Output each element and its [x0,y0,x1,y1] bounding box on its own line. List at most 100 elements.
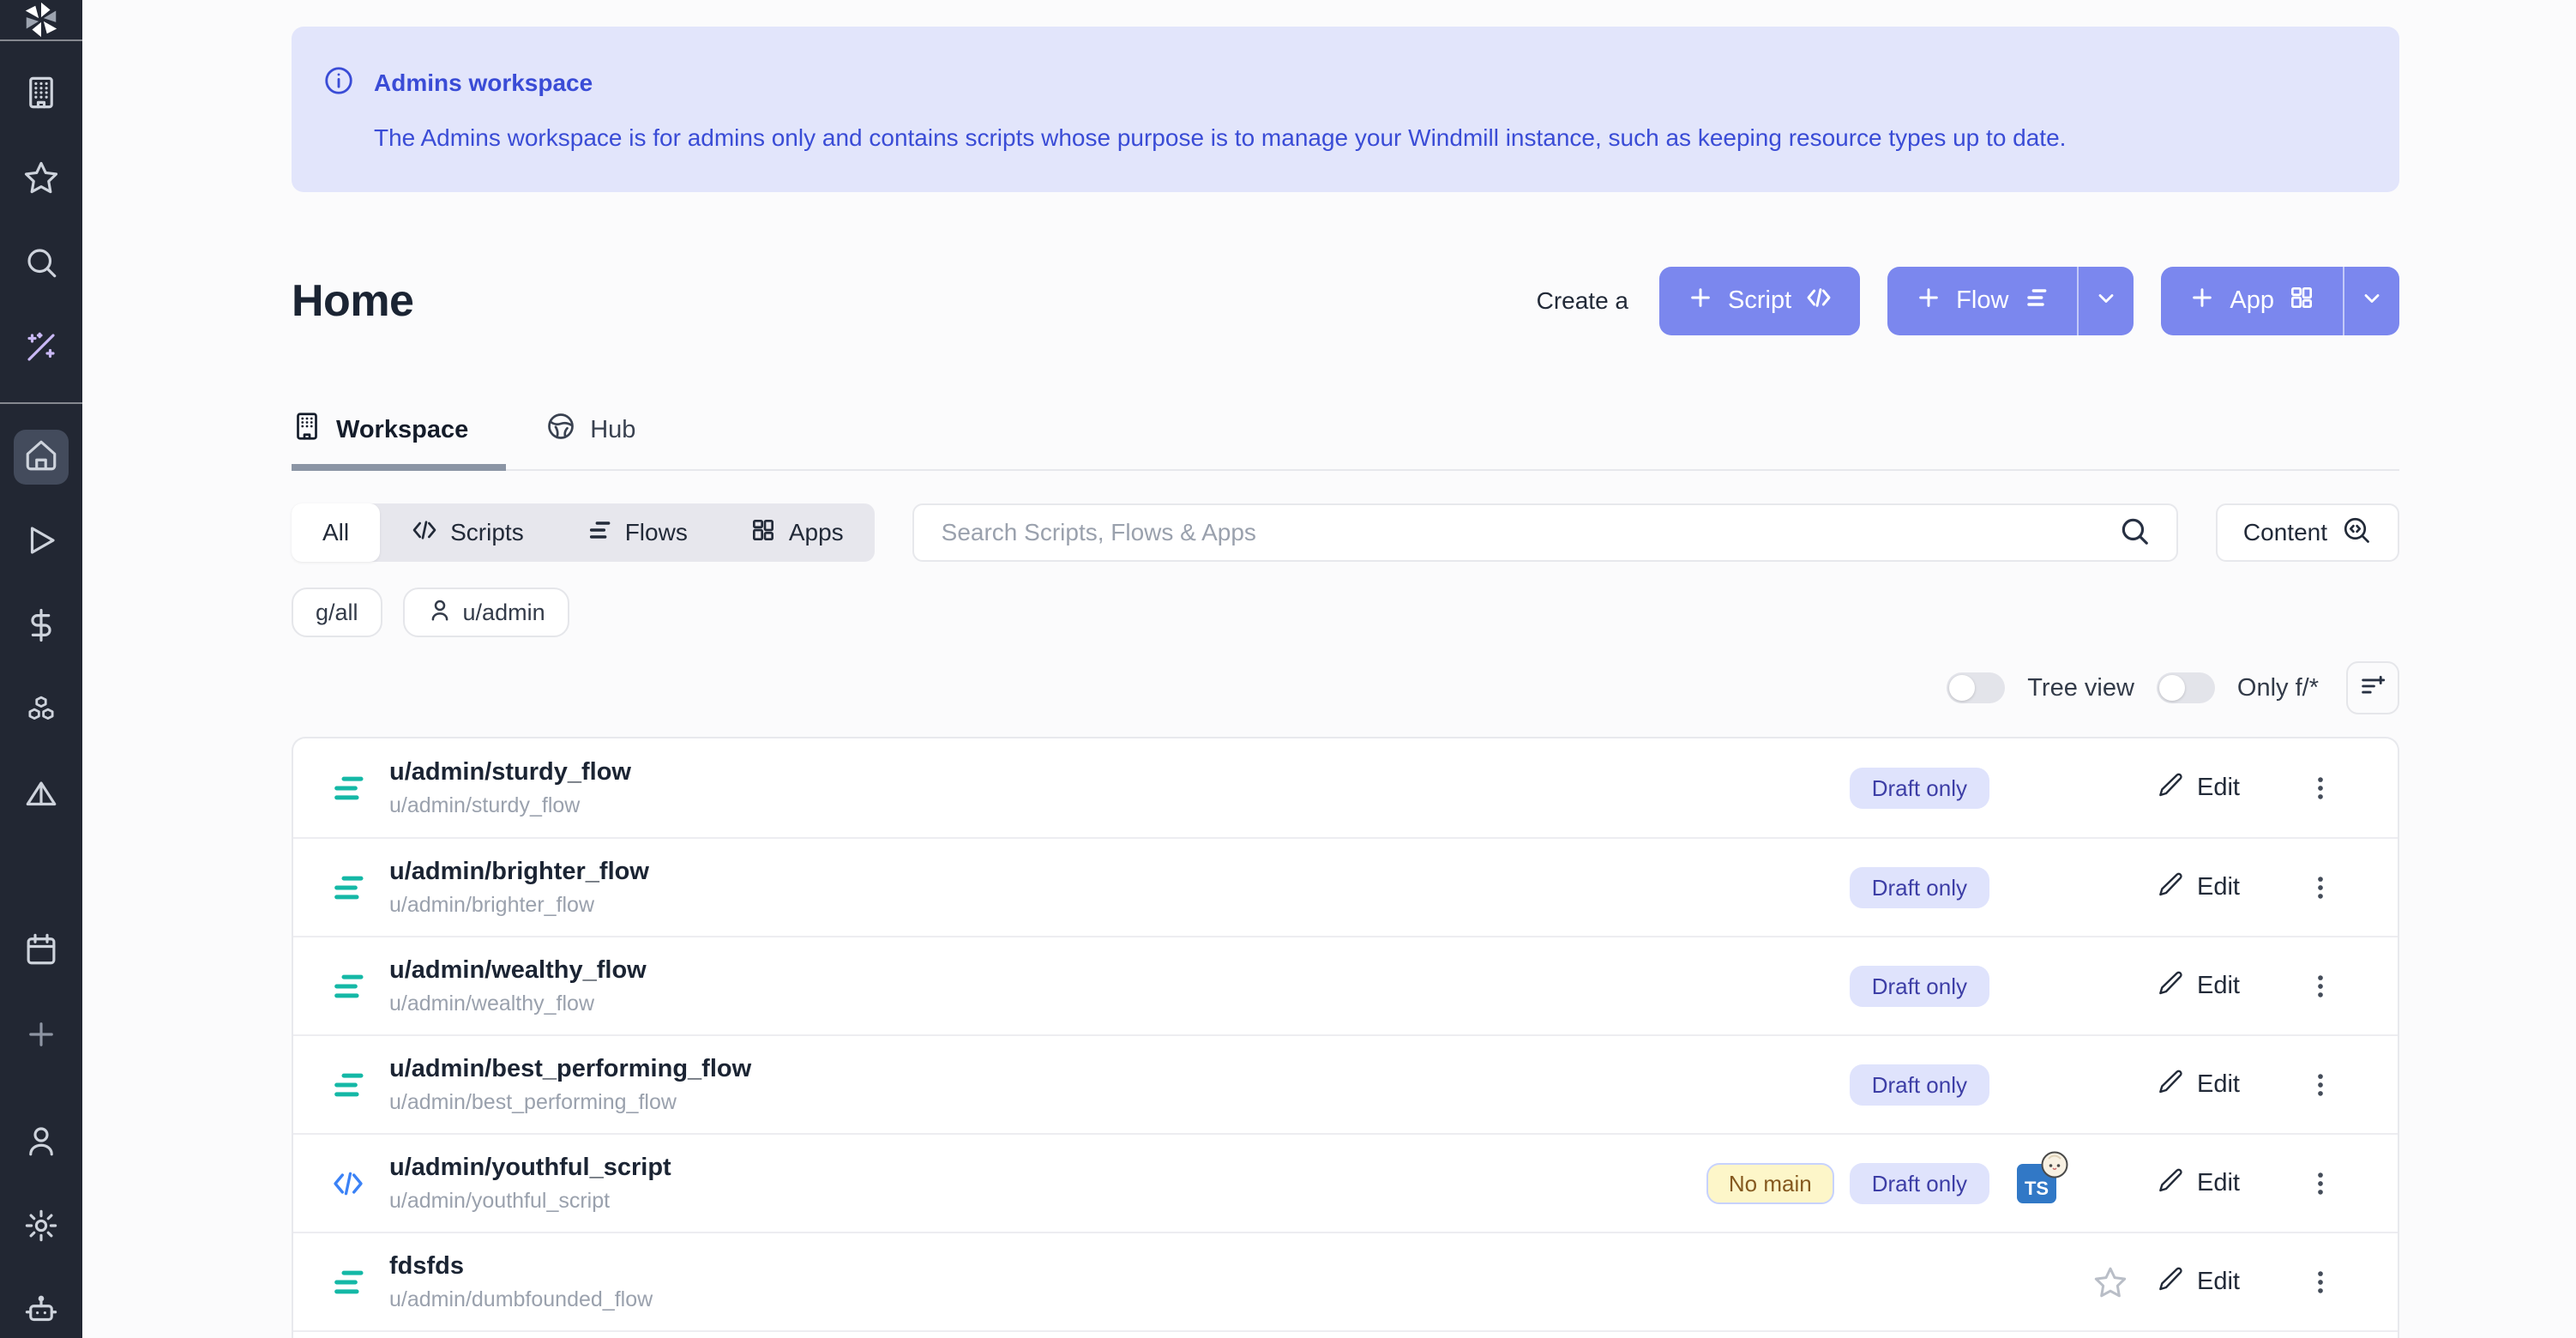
sidebar-item-ai[interactable] [14,322,69,377]
edit-button[interactable]: Edit [2158,969,2286,1003]
create-flow-label: Flow [1956,286,2008,315]
sidebar-item-resources[interactable] [14,684,69,739]
sidebar-item-workers[interactable] [14,67,69,122]
row-menu-button[interactable] [2303,972,2338,1001]
sidebar-item-settings[interactable] [14,1200,69,1255]
language-badge-slot: TS [2010,1164,2063,1203]
search-input[interactable] [940,518,2101,547]
building-icon [23,75,59,115]
create-flow-dropdown[interactable] [2077,267,2134,335]
row-menu-button[interactable] [2303,1268,2338,1297]
robot-icon [23,1293,59,1333]
code-icon [411,516,438,550]
sidebar-item-variables[interactable] [14,600,69,654]
layout-grid-icon [2288,284,2315,318]
row-menu-button[interactable] [2303,1070,2338,1100]
table-row[interactable]: u/admin/brighter_flow u/admin/brighter_f… [293,837,2398,936]
edit-button[interactable]: Edit [2158,1166,2286,1201]
tag-label: g/all [316,600,358,626]
edit-button[interactable]: Edit [2158,1068,2286,1102]
plus-icon [1687,284,1714,318]
gear-icon [23,1208,59,1248]
item-path: u/admin/brighter_flow [389,893,1595,918]
create-script-label: Script [1728,286,1791,315]
filter-apps[interactable]: Apps [719,503,875,562]
table-row[interactable]: fdsfds u/admin/dumbfounded_flow Edit [293,1232,2398,1330]
sidebar-item-add[interactable] [14,1009,69,1064]
filter-flows-label: Flows [625,519,688,546]
badges: Draft only [1595,768,1989,809]
create-script-button[interactable]: Script [1659,267,1860,335]
content-search-button[interactable]: Content [2216,503,2399,562]
table-row[interactable]: u/admin/wealthy_flow u/admin/wealthy_flo… [293,936,2398,1034]
tag-label: u/admin [463,600,545,626]
sidebar-item-home[interactable] [14,430,69,485]
status-badge: Draft only [1850,768,1989,809]
search-icon[interactable] [2118,515,2151,551]
item-title: u/admin/best_performing_flow [389,1055,1595,1083]
badges: Draft only [1595,1064,1989,1106]
filter-all[interactable]: All [292,503,380,562]
admins-workspace-banner: Admins workspace The Admins workspace is… [292,27,2399,192]
only-f-toggle[interactable] [2157,672,2215,703]
item-title: u/admin/wealthy_flow [389,956,1595,985]
item-path: u/admin/best_performing_flow [389,1090,1595,1115]
tag-u-admin[interactable]: u/admin [403,588,569,637]
pencil-icon [2158,1068,2185,1102]
create-flow-button[interactable]: Flow [1887,267,2134,335]
filter-flows[interactable]: Flows [555,503,719,562]
filter-scripts[interactable]: Scripts [380,503,555,562]
table-row[interactable]: u/admin/best_performing_flow u/admin/bes… [293,1034,2398,1133]
favorite-star-button[interactable] [2084,1265,2137,1299]
plus-icon [2188,284,2216,318]
plus-icon [1915,284,1942,318]
sidebar-item-favorites[interactable] [14,152,69,207]
edit-label: Edit [2197,1169,2240,1197]
row-menu-button[interactable] [2303,774,2338,803]
table-row[interactable]: u/admin/youthful_script u/admin/youthful… [293,1133,2398,1232]
status-badge: No main [1706,1163,1834,1204]
item-path: u/admin/youthful_script [389,1189,1595,1214]
status-badge: Draft only [1850,1163,1989,1204]
row-menu-button[interactable] [2303,873,2338,902]
edit-label: Edit [2197,873,2240,901]
pencil-icon [2158,771,2185,805]
tag-g-all[interactable]: g/all [292,588,382,637]
edit-button[interactable]: Edit [2158,1265,2286,1299]
dollar-icon [23,607,59,648]
sidebar-item-schedules[interactable] [14,924,69,979]
tree-view-toggle[interactable] [1947,672,2005,703]
home-icon [23,437,59,478]
edit-label: Edit [2197,1070,2240,1099]
sidebar-item-runs[interactable] [14,515,69,570]
script-icon [329,1166,367,1201]
search-icon [23,244,59,285]
calendar-icon [23,931,59,972]
filter-scripts-label: Scripts [450,519,524,546]
flow-bars-icon [2022,284,2049,318]
badges: Draft only [1595,867,1989,908]
sidebar-item-account[interactable] [14,1115,69,1170]
sidebar-item-workers-bot[interactable] [14,1285,69,1338]
row-menu-button[interactable] [2303,1169,2338,1198]
table-row[interactable]: u/admin/sturdy_flow u/admin/sturdy_flow … [293,738,2398,837]
sidebar-group-main [0,404,82,1089]
flow-icon [329,771,367,805]
tab-workspace[interactable]: Workspace [292,411,506,469]
play-icon [23,522,59,563]
sidebar-item-triggers[interactable] [14,769,69,824]
edit-button[interactable]: Edit [2158,771,2286,805]
view-options: Tree view Only f/* [292,661,2399,714]
table-row[interactable]: u/admin/important_script u/admin/importa… [293,1330,2398,1338]
create-app-button[interactable]: App [2161,267,2399,335]
extra-filters-button[interactable] [2346,661,2399,714]
pencil-icon [2158,1265,2185,1299]
edit-button[interactable]: Edit [2158,871,2286,905]
layout-grid-icon [749,516,777,550]
create-app-dropdown[interactable] [2343,267,2399,335]
sidebar-item-search[interactable] [14,237,69,292]
windmill-logo[interactable] [0,0,82,39]
tab-hub[interactable]: Hub [506,411,673,469]
content-button-label: Content [2243,519,2327,546]
edit-label: Edit [2197,972,2240,1000]
